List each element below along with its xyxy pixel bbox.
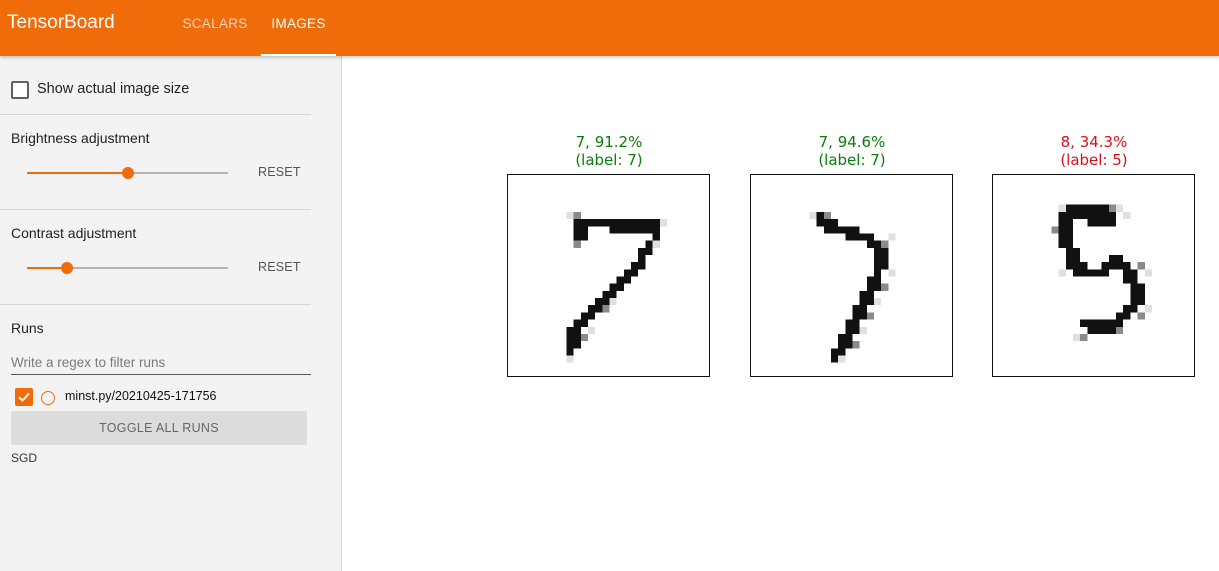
- image-card: 7, 94.6% (label: 7): [750, 133, 954, 377]
- brightness-title: Brightness adjustment: [11, 130, 150, 146]
- run-checkbox[interactable]: [15, 388, 33, 406]
- handwritten-digit-5-icon: [1051, 204, 1152, 342]
- toggle-all-runs-button[interactable]: TOGGLE ALL RUNS: [11, 411, 307, 445]
- app-title: TensorBoard: [7, 12, 115, 33]
- checkmark-icon: [18, 392, 30, 402]
- label-text: (label: 5): [1060, 151, 1128, 169]
- slider-thumb[interactable]: [61, 262, 74, 274]
- brightness-slider[interactable]: [27, 166, 228, 180]
- prediction-text: 8, 34.3%: [1060, 133, 1128, 151]
- run-name: minst.py/20210425-171756: [65, 389, 217, 403]
- top-app-bar: TensorBoard SCALARS IMAGES: [0, 0, 1219, 56]
- image-caption: 8, 34.3% (label: 5): [992, 133, 1196, 169]
- prediction-text: 7, 91.2%: [575, 133, 643, 151]
- show-actual-size-label: Show actual image size: [37, 81, 190, 97]
- tab-images[interactable]: IMAGES: [261, 0, 336, 56]
- brightness-reset-button[interactable]: RESET: [258, 165, 301, 179]
- run-color-circle-icon[interactable]: [41, 391, 55, 405]
- run-tag-label: SGD: [11, 451, 38, 465]
- contrast-reset-button[interactable]: RESET: [258, 260, 301, 274]
- image-card: 8, 34.3% (label: 5): [992, 133, 1196, 377]
- image-frame: [992, 174, 1195, 377]
- tab-scalars[interactable]: SCALARS: [170, 0, 260, 56]
- image-frame: [750, 174, 953, 377]
- contrast-title: Contrast adjustment: [11, 225, 137, 241]
- show-actual-size-checkbox[interactable]: [11, 81, 29, 99]
- slider-thumb[interactable]: [121, 167, 134, 179]
- tab-images-label: IMAGES: [271, 16, 326, 31]
- slider-fill: [27, 172, 128, 174]
- image-frame: [507, 174, 710, 377]
- label-text: (label: 7): [818, 151, 886, 169]
- run-filter-input[interactable]: [11, 350, 311, 375]
- handwritten-digit-7-icon: [566, 211, 667, 363]
- prediction-text: 7, 94.6%: [818, 133, 886, 151]
- contrast-slider[interactable]: [27, 261, 228, 275]
- divider: [0, 114, 311, 115]
- handwritten-digit-7-icon: [809, 211, 896, 363]
- runs-title: Runs: [11, 320, 44, 336]
- image-caption: 7, 91.2% (label: 7): [507, 133, 711, 169]
- divider: [0, 209, 311, 210]
- image-caption: 7, 94.6% (label: 7): [750, 133, 954, 169]
- sidebar: Show actual image size Brightness adjust…: [0, 56, 342, 571]
- image-card: 7, 91.2% (label: 7): [507, 133, 711, 377]
- active-tab-indicator: [261, 54, 336, 56]
- label-text: (label: 7): [575, 151, 643, 169]
- run-item[interactable]: minst.py/20210425-171756: [15, 386, 315, 406]
- divider: [0, 304, 311, 305]
